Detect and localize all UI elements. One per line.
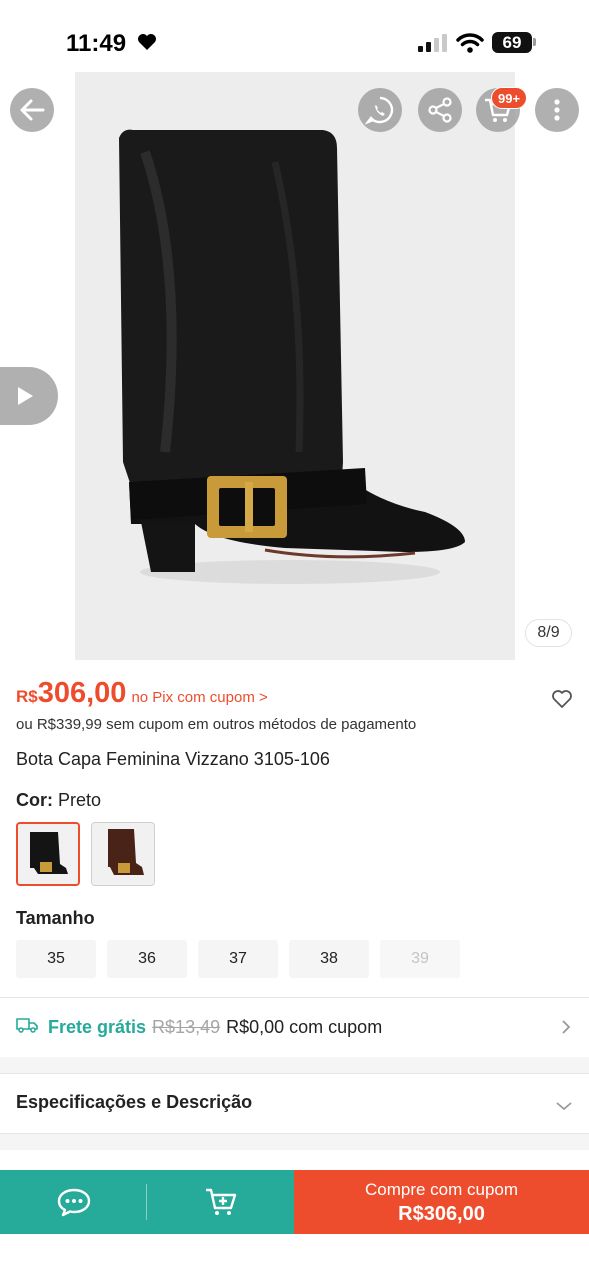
size-option-37[interactable]: 37 <box>198 940 278 978</box>
status-time: 11:49 <box>66 30 127 57</box>
alt-price-text: ou R$339,99 sem cupom em outros métodos … <box>16 716 417 733</box>
size-label: Tamanho <box>16 908 95 928</box>
product-image[interactable] <box>75 72 515 660</box>
color-swatch-black[interactable] <box>16 822 80 886</box>
color-swatch-brown[interactable] <box>91 822 155 886</box>
specs-description-toggle[interactable]: Especificações e Descrição <box>16 1092 252 1113</box>
back-button[interactable] <box>10 88 54 132</box>
share-button[interactable] <box>418 88 462 132</box>
color-label-key: Cor: <box>16 790 53 810</box>
add-to-cart-icon <box>205 1188 236 1215</box>
size-option-35[interactable]: 35 <box>16 940 96 978</box>
chat-icon <box>57 1188 90 1217</box>
shipping-new-price: R$0,00 com cupom <box>226 1016 383 1037</box>
divider <box>0 997 589 998</box>
shipping-old-price: R$13,49 <box>152 1016 221 1037</box>
whatsapp-share-button[interactable] <box>358 88 402 132</box>
divider <box>0 1073 589 1074</box>
pix-coupon-link[interactable]: no Pix com cupom > <box>131 689 267 706</box>
cart-count-badge: 99+ <box>491 87 528 109</box>
section-gap <box>0 1134 589 1150</box>
arrow-left-icon <box>20 99 45 121</box>
free-shipping-label: Frete grátis <box>48 1016 147 1037</box>
image-counter: 8/9 <box>525 619 572 647</box>
swatch-brown-thumbnail <box>92 823 154 885</box>
play-video-button[interactable] <box>0 367 58 425</box>
bottom-action-bar: Compre com cupom R$306,00 <box>0 1170 589 1234</box>
heart-status-icon <box>137 33 157 56</box>
battery-indicator: 69 <box>492 32 532 53</box>
add-to-cart-button[interactable] <box>147 1170 294 1234</box>
heart-favorite-icon[interactable] <box>551 689 573 714</box>
chevron-right-icon <box>561 1019 571 1040</box>
truck-icon <box>16 1017 38 1038</box>
color-label: Cor: Preto <box>16 790 101 811</box>
play-icon <box>18 387 33 405</box>
buy-button-price: R$306,00 <box>398 1203 485 1225</box>
color-value: Preto <box>58 790 102 810</box>
swatch-black-thumbnail <box>18 824 78 884</box>
more-vertical-icon <box>554 99 560 121</box>
chat-button[interactable] <box>0 1170 147 1234</box>
more-options-button[interactable] <box>535 88 579 132</box>
size-option-39: 39 <box>380 940 460 978</box>
wifi-icon <box>456 33 484 58</box>
battery-nub <box>533 38 536 46</box>
product-title: Bota Capa Feminina Vizzano 3105-106 <box>16 749 330 769</box>
whatsapp-icon <box>365 96 394 125</box>
price-row[interactable]: R$ 306,00 no Pix com cupom > <box>16 677 268 710</box>
buy-button-label: Compre com cupom <box>364 1180 519 1199</box>
share-icon <box>428 97 452 123</box>
price-currency: R$ <box>16 687 38 706</box>
section-gap <box>0 1057 589 1073</box>
size-option-38[interactable]: 38 <box>289 940 369 978</box>
shipping-row[interactable]: Frete grátis R$13,49 R$0,00 com cupom <box>16 1012 576 1042</box>
chevron-down-icon[interactable] <box>555 1098 573 1116</box>
signal-icon <box>418 34 448 52</box>
price-value: 306,00 <box>37 677 127 709</box>
size-option-36[interactable]: 36 <box>107 940 187 978</box>
boot-illustration <box>75 72 515 660</box>
buy-with-coupon-button[interactable]: Compre com cupom R$306,00 <box>294 1170 589 1234</box>
status-bar: 11:49 69 <box>0 0 589 72</box>
